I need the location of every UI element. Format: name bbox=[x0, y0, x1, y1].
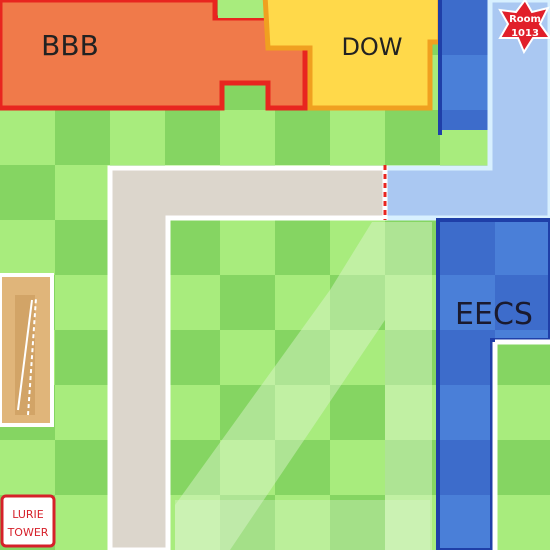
lurie-tower-marker[interactable]: LURIE TOWER bbox=[0, 494, 56, 548]
eecs-label: EECS bbox=[455, 297, 533, 332]
map-canvas: BBB DOW EECS Room 1013 LURIE TOWER bbox=[0, 0, 550, 550]
lurie-line2: TOWER bbox=[7, 526, 49, 539]
lurie-line1: LURIE bbox=[12, 508, 44, 521]
dow-label: DOW bbox=[341, 33, 402, 61]
fence-icon bbox=[15, 295, 37, 416]
eecs-edge bbox=[438, 0, 442, 135]
south-walk bbox=[175, 500, 430, 550]
bbb-notch-grass bbox=[218, 0, 266, 18]
room-label-line2: 1013 bbox=[511, 28, 539, 39]
campus-map: BBB DOW EECS Room 1013 LURIE TOWER bbox=[0, 0, 550, 550]
bbb-label: BBB bbox=[41, 29, 99, 62]
room-label-line1: Room bbox=[509, 14, 541, 25]
